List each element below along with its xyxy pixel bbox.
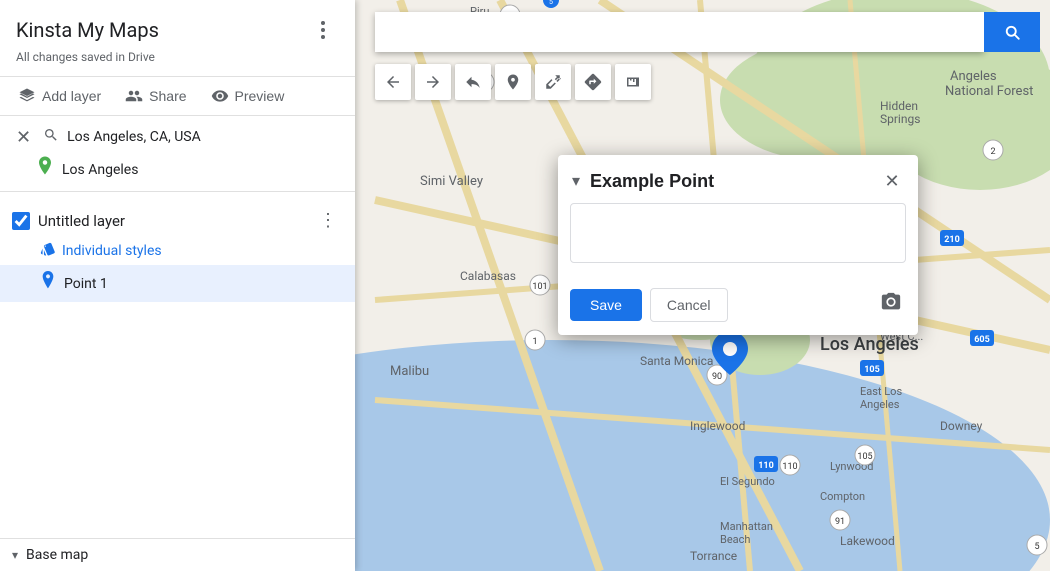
svg-text:105: 105 bbox=[864, 365, 880, 375]
share-label: Share bbox=[149, 88, 186, 104]
svg-text:2: 2 bbox=[990, 147, 995, 157]
redo-button[interactable] bbox=[415, 64, 451, 100]
point-pin-icon bbox=[40, 271, 56, 296]
search-result: Los Angeles bbox=[12, 150, 343, 183]
svg-text:Beach: Beach bbox=[720, 533, 751, 546]
point1-row[interactable]: Point 1 bbox=[0, 265, 355, 302]
styles-icon bbox=[40, 241, 56, 261]
svg-text:El Segundo: El Segundo bbox=[720, 475, 775, 488]
map-toolbar bbox=[375, 64, 651, 100]
layers-section: Untitled layer ⋮ Individual styles Point… bbox=[0, 192, 355, 538]
popup-close-button[interactable]: ✕ bbox=[878, 167, 906, 195]
map-search-bar bbox=[375, 12, 1040, 52]
svg-text:Santa Monica: Santa Monica bbox=[640, 354, 713, 368]
svg-text:Springs: Springs bbox=[880, 112, 920, 126]
directions-button[interactable] bbox=[575, 64, 611, 100]
svg-text:105: 105 bbox=[857, 452, 872, 462]
add-marker-button[interactable] bbox=[495, 64, 531, 100]
cancel-button[interactable]: Cancel bbox=[650, 288, 728, 322]
svg-text:101: 101 bbox=[532, 282, 547, 292]
measure-button[interactable] bbox=[615, 64, 651, 100]
sidebar: Kinsta My Maps All changes saved in Driv… bbox=[0, 0, 355, 571]
individual-styles-row[interactable]: Individual styles bbox=[0, 237, 355, 265]
svg-text:110: 110 bbox=[782, 462, 797, 472]
svg-text:5: 5 bbox=[1034, 542, 1039, 552]
svg-text:91: 91 bbox=[835, 517, 845, 527]
saved-status: All changes saved in Drive bbox=[0, 46, 355, 76]
search-section: ✕ Los Angeles, CA, USA Los Angeles bbox=[0, 116, 355, 192]
add-layer-button[interactable]: Add layer bbox=[8, 81, 111, 111]
layer-more-button[interactable]: ⋮ bbox=[313, 208, 343, 233]
svg-text:605: 605 bbox=[974, 335, 990, 345]
svg-text:90: 90 bbox=[712, 372, 722, 382]
svg-text:National Forest: National Forest bbox=[945, 84, 1033, 99]
svg-text:Torrance: Torrance bbox=[690, 549, 737, 563]
svg-text:1: 1 bbox=[532, 337, 537, 347]
camera-button[interactable] bbox=[876, 287, 906, 323]
result-name: Los Angeles bbox=[62, 162, 138, 178]
map-title: Kinsta My Maps bbox=[16, 18, 159, 42]
map-search-button[interactable] bbox=[984, 12, 1040, 52]
layer-header: Untitled layer ⋮ bbox=[0, 200, 355, 237]
point1-label: Point 1 bbox=[64, 276, 108, 292]
popup-collapse-button[interactable]: ▾ bbox=[570, 169, 582, 193]
svg-text:Compton: Compton bbox=[820, 490, 865, 503]
layer-left: Untitled layer bbox=[12, 212, 125, 230]
undo-button[interactable] bbox=[375, 64, 411, 100]
sidebar-header: Kinsta My Maps bbox=[0, 0, 355, 46]
individual-styles-label: Individual styles bbox=[62, 243, 162, 259]
search-row: ✕ Los Angeles, CA, USA bbox=[12, 124, 343, 150]
popup-title-input[interactable] bbox=[590, 171, 870, 192]
more-options-button[interactable] bbox=[307, 14, 339, 46]
svg-text:Malibu: Malibu bbox=[390, 364, 429, 379]
svg-text:Simi Valley: Simi Valley bbox=[420, 174, 483, 189]
svg-text:Lakewood: Lakewood bbox=[840, 534, 895, 548]
save-button[interactable]: Save bbox=[570, 289, 642, 321]
popup-description-textarea[interactable] bbox=[570, 203, 906, 263]
base-map-collapse-icon: ▾ bbox=[12, 548, 18, 562]
svg-text:Hidden: Hidden bbox=[880, 99, 918, 113]
map-search-input[interactable] bbox=[375, 12, 984, 52]
svg-text:Inglewood: Inglewood bbox=[690, 419, 745, 433]
search-query: Los Angeles, CA, USA bbox=[67, 129, 343, 145]
svg-text:5: 5 bbox=[549, 0, 553, 6]
add-layer-label: Add layer bbox=[42, 88, 101, 104]
search-icon bbox=[43, 127, 59, 147]
result-pin-icon bbox=[36, 156, 54, 183]
draw-line-button[interactable] bbox=[535, 64, 571, 100]
svg-text:Angeles: Angeles bbox=[950, 69, 997, 84]
preview-label: Preview bbox=[235, 88, 285, 104]
svg-text:Manhattan: Manhattan bbox=[720, 520, 773, 533]
share-button[interactable]: Share bbox=[115, 81, 196, 111]
svg-text:110: 110 bbox=[758, 461, 774, 471]
popup-header: ▾ ✕ bbox=[558, 155, 918, 203]
svg-text:Downey: Downey bbox=[940, 419, 983, 433]
pan-button[interactable] bbox=[455, 64, 491, 100]
layer-name: Untitled layer bbox=[38, 212, 125, 230]
svg-text:210: 210 bbox=[944, 235, 960, 245]
base-map-section[interactable]: ▾ Base map bbox=[0, 538, 355, 571]
svg-text:East Los: East Los bbox=[860, 385, 902, 398]
sidebar-toolbar: Add layer Share Preview bbox=[0, 76, 355, 116]
layer-visibility-checkbox[interactable] bbox=[12, 212, 30, 230]
svg-text:Calabasas: Calabasas bbox=[460, 269, 516, 283]
popup-dialog: ▾ ✕ Save Cancel bbox=[558, 155, 918, 335]
popup-footer: Save Cancel bbox=[558, 279, 918, 335]
base-map-label: Base map bbox=[26, 547, 88, 563]
svg-text:Angeles: Angeles bbox=[860, 398, 900, 411]
close-search-button[interactable]: ✕ bbox=[12, 124, 35, 150]
popup-body bbox=[558, 203, 918, 279]
preview-button[interactable]: Preview bbox=[201, 81, 295, 111]
